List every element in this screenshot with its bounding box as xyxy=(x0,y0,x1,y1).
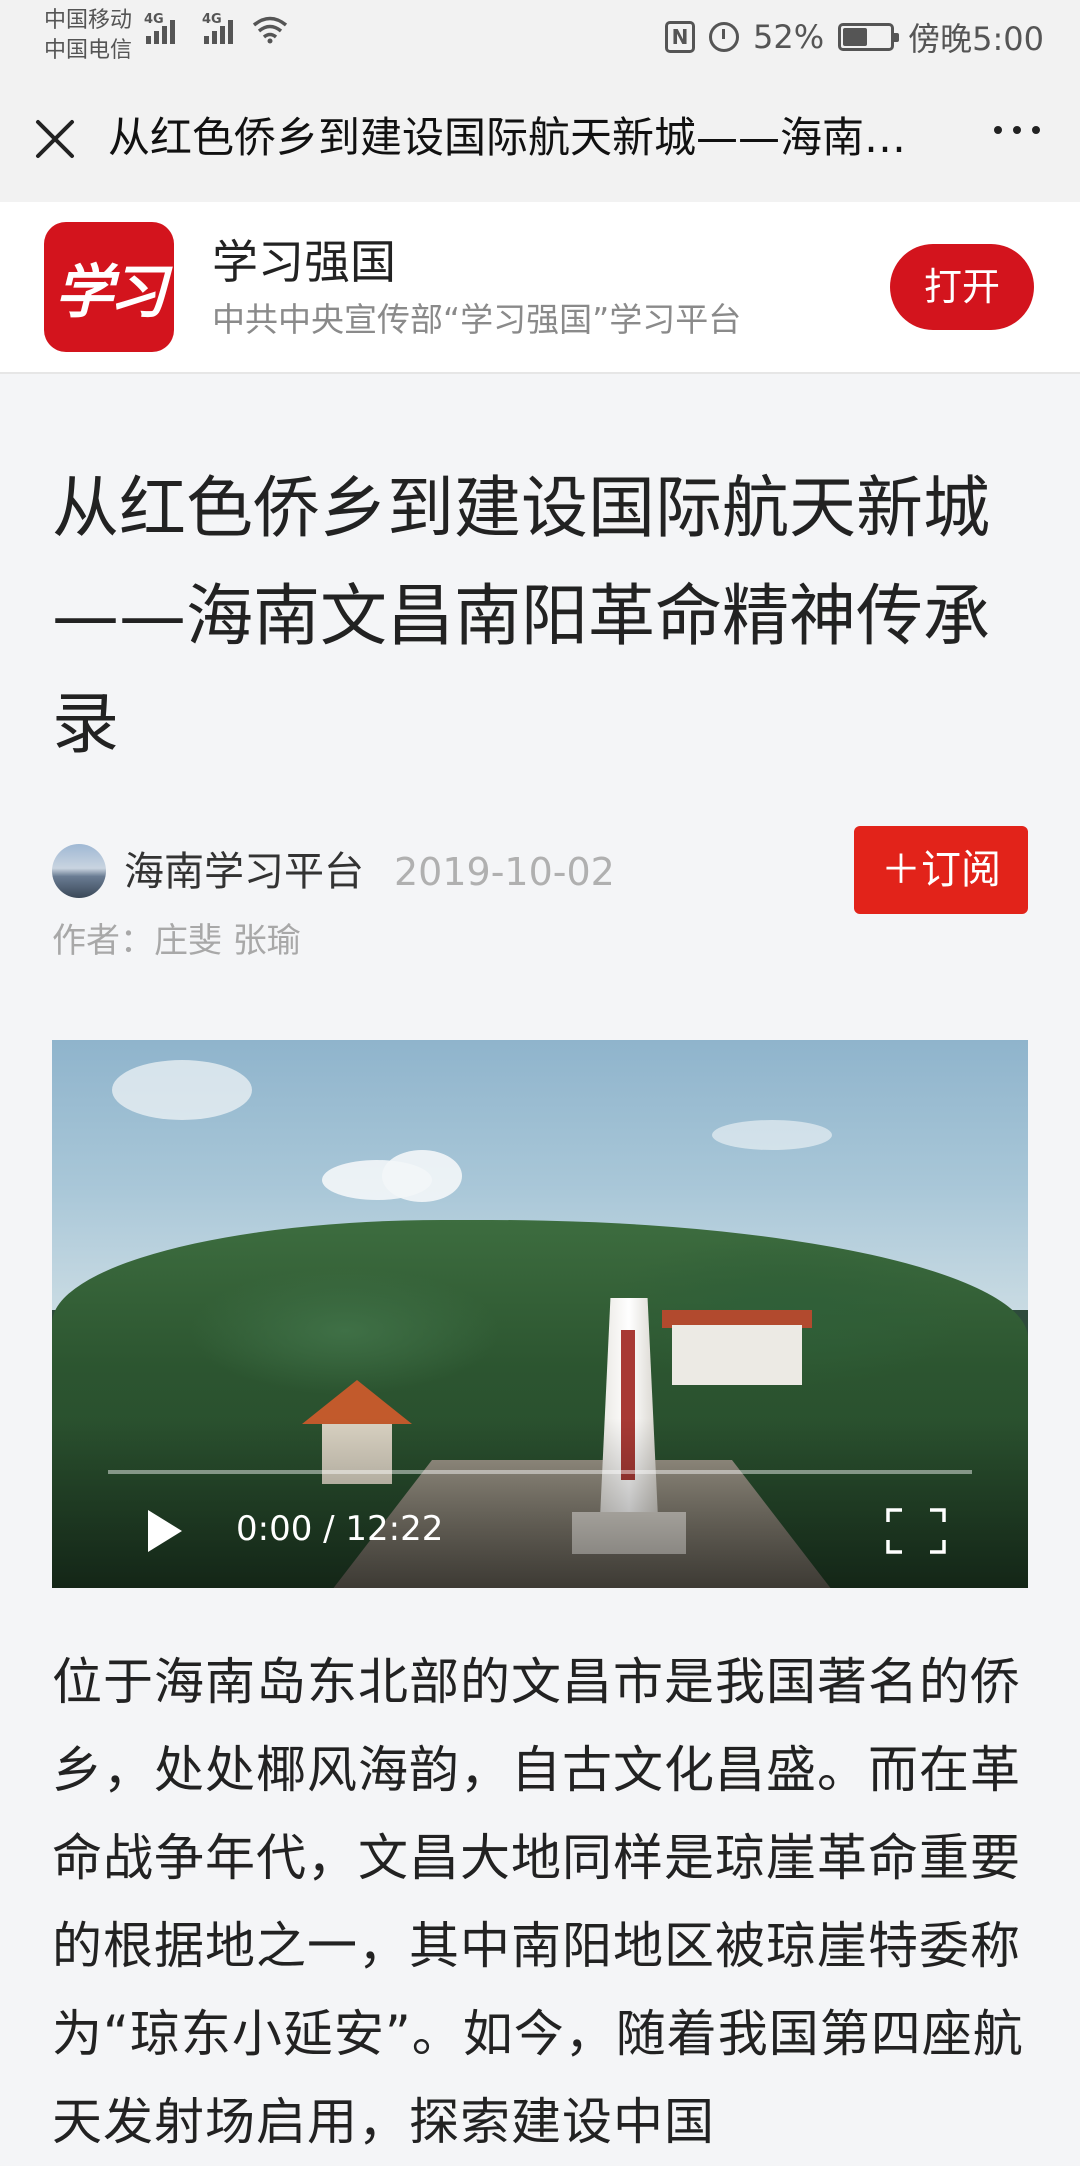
video-frame-hall xyxy=(672,1325,802,1385)
alarm-icon xyxy=(709,22,739,52)
play-icon[interactable] xyxy=(148,1510,182,1552)
subscribe-button[interactable]: ＋订阅 xyxy=(854,826,1028,914)
app-name: 学习强国 xyxy=(212,235,396,289)
publish-date: 2019-10-02 xyxy=(394,850,615,894)
video-controls-shade xyxy=(52,1418,1028,1588)
article-body: 位于海南岛东北部的文昌市是我国著名的侨乡，处处椰风海韵，自古文化昌盛。而在革命战… xyxy=(52,1653,1024,2151)
nfc-icon: N xyxy=(665,21,695,53)
carrier-labels: 中国移动 中国电信 xyxy=(44,6,132,66)
video-player[interactable]: 0:00 / 12:22 xyxy=(52,1040,1028,1588)
cell-signal-icon: 4G xyxy=(144,12,180,44)
video-frame-cloud xyxy=(112,1060,252,1120)
source-row: 海南学习平台 2019-10-02 ＋订阅 xyxy=(52,826,1028,914)
article-title: 从红色侨乡到建设国际航天新城——海南文昌南阳革命精神传承录 xyxy=(52,469,990,763)
battery-icon xyxy=(838,23,900,51)
page-title: 从红色侨乡到建设国际航天新城——海南文昌南阳革命精神传承录 xyxy=(108,113,918,162)
open-app-button[interactable]: 打开 xyxy=(890,244,1034,330)
battery-percent: 52% xyxy=(753,18,825,56)
app-download-banner: 学习 学习强国 中共中央宣传部“学习强国”学习平台 打开 xyxy=(0,202,1080,374)
network-type-2: 4G xyxy=(202,12,222,27)
video-frame-cloud xyxy=(712,1120,832,1150)
carrier-2: 中国电信 xyxy=(44,38,133,63)
network-type-1: 4G xyxy=(144,12,164,27)
video-frame-cloud xyxy=(382,1150,462,1202)
browser-title-bar: 从红色侨乡到建设国际航天新城——海南文昌南阳革命精神传承录 xyxy=(0,72,1080,202)
battery-level xyxy=(843,28,868,46)
video-progress-bar[interactable] xyxy=(108,1470,972,1474)
author-line: 作者：庄斐 张瑜 xyxy=(52,921,301,961)
app-description: 中共中央宣传部“学习强国”学习平台 xyxy=(212,300,742,339)
close-icon[interactable] xyxy=(30,114,80,164)
cell-signal-icon: 4G xyxy=(202,12,238,44)
more-options-icon[interactable] xyxy=(994,126,1040,134)
wifi-icon xyxy=(252,16,288,44)
status-bar: 中国移动 中国电信 4G 4G N 52% 傍晚5:00 xyxy=(0,0,1080,72)
video-time: 0:00 / 12:22 xyxy=(236,1509,444,1549)
clock: 傍晚5:00 xyxy=(908,20,1044,58)
app-logo: 学习 xyxy=(44,222,174,352)
fullscreen-icon[interactable] xyxy=(886,1508,946,1554)
status-right: N 52% 傍晚5:00 xyxy=(665,14,1044,60)
source-avatar[interactable] xyxy=(52,844,106,898)
source-name[interactable]: 海南学习平台 xyxy=(124,846,364,898)
signal-indicators: 4G 4G xyxy=(144,12,288,44)
carrier-1: 中国移动 xyxy=(44,8,133,33)
